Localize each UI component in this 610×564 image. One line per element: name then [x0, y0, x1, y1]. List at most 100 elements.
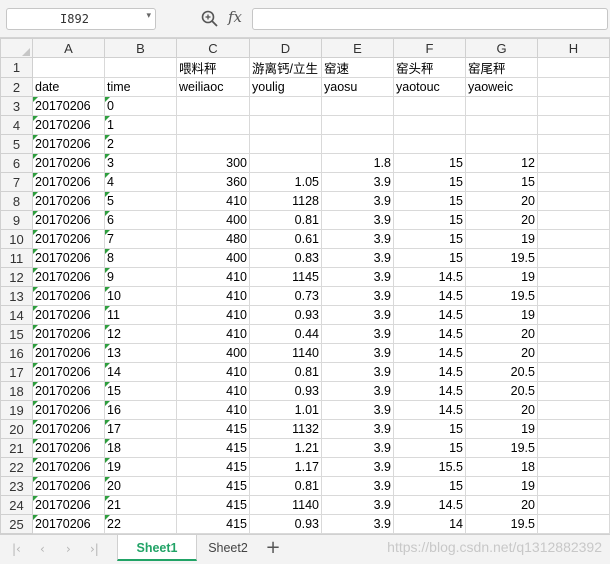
grid-cell[interactable]: 17 [104, 419, 177, 439]
grid-cell[interactable]: 19 [465, 476, 538, 496]
grid-cell[interactable]: 3.9 [321, 248, 394, 268]
grid-cell[interactable]: 3.9 [321, 172, 394, 192]
grid-cell[interactable]: 20 [465, 324, 538, 344]
grid-cell[interactable]: 3.9 [321, 514, 394, 534]
row-header[interactable]: 4 [0, 115, 33, 135]
grid-cell[interactable]: 20170206 [32, 343, 105, 363]
grid-cell[interactable]: 14 [393, 514, 466, 534]
row-header[interactable]: 24 [0, 495, 33, 515]
grid-cell[interactable]: 14.5 [393, 286, 466, 306]
grid-cell[interactable]: 20170206 [32, 419, 105, 439]
grid-cell[interactable]: 400 [176, 248, 250, 268]
grid-cell[interactable]: 415 [176, 457, 250, 477]
grid-cell[interactable] [393, 115, 466, 135]
grid-cell[interactable]: 2 [104, 134, 177, 154]
row-header[interactable]: 13 [0, 286, 33, 306]
grid-cell[interactable]: 19 [104, 457, 177, 477]
grid-cell[interactable] [537, 96, 610, 116]
grid-cell[interactable]: 12 [104, 324, 177, 344]
row-header[interactable]: 18 [0, 381, 33, 401]
grid-cell[interactable]: 1128 [249, 191, 322, 211]
fx-icon[interactable]: fx [228, 8, 242, 26]
grid-cell[interactable]: 14.5 [393, 381, 466, 401]
grid-cell[interactable]: yaosu [321, 77, 394, 97]
grid-cell[interactable]: 14.5 [393, 305, 466, 325]
sheet-tab-sheet1[interactable]: Sheet1 [117, 535, 197, 561]
grid-cell[interactable]: 15 [393, 229, 466, 249]
grid-cell[interactable]: 410 [176, 400, 250, 420]
grid-cell[interactable] [537, 381, 610, 401]
grid-cell[interactable]: 7 [104, 229, 177, 249]
grid-cell[interactable]: 20170206 [32, 267, 105, 287]
grid-cell[interactable]: 3.9 [321, 267, 394, 287]
grid-cell[interactable]: 1.17 [249, 457, 322, 477]
grid-cell[interactable] [537, 286, 610, 306]
grid-cell[interactable]: 窑尾秤 [465, 57, 538, 78]
prev-sheet-icon[interactable]: ‹ [40, 542, 45, 556]
grid-cell[interactable] [249, 134, 322, 154]
grid-cell[interactable] [465, 134, 538, 154]
grid-cell[interactable]: 14.5 [393, 495, 466, 515]
grid-cell[interactable] [176, 115, 250, 135]
grid-cell[interactable]: 19 [465, 305, 538, 325]
grid-cell[interactable]: 415 [176, 495, 250, 515]
grid-cell[interactable]: 1140 [249, 343, 322, 363]
grid-cell[interactable]: 19.5 [465, 286, 538, 306]
grid-cell[interactable]: 窑头秤 [393, 57, 466, 78]
grid-cell[interactable]: 1140 [249, 495, 322, 515]
row-header[interactable]: 14 [0, 305, 33, 325]
grid-cell[interactable] [465, 115, 538, 135]
grid-cell[interactable] [104, 57, 177, 78]
grid-cell[interactable]: 20170206 [32, 210, 105, 230]
grid-cell[interactable]: 0.44 [249, 324, 322, 344]
row-header[interactable]: 21 [0, 438, 33, 458]
grid-cell[interactable]: 窑速 [321, 57, 394, 78]
grid-cell[interactable]: 3.9 [321, 286, 394, 306]
grid-cell[interactable]: weiliaoc [176, 77, 250, 97]
grid-cell[interactable]: 20170206 [32, 514, 105, 534]
grid-cell[interactable]: 3.9 [321, 191, 394, 211]
grid-cell[interactable]: 3.9 [321, 324, 394, 344]
grid-cell[interactable]: 20170206 [32, 457, 105, 477]
grid-cell[interactable]: 8 [104, 248, 177, 268]
grid-cell[interactable]: 20.5 [465, 362, 538, 382]
row-header[interactable]: 20 [0, 419, 33, 439]
grid-cell[interactable]: 20 [465, 210, 538, 230]
grid-cell[interactable] [537, 343, 610, 363]
zoom-icon[interactable] [200, 9, 220, 29]
row-header[interactable]: 1 [0, 57, 33, 78]
grid-cell[interactable]: 9 [104, 267, 177, 287]
grid-cell[interactable]: 0.81 [249, 476, 322, 496]
grid-cell[interactable]: 0.83 [249, 248, 322, 268]
grid-cell[interactable]: 0.61 [249, 229, 322, 249]
grid-cell[interactable]: 11 [104, 305, 177, 325]
grid-cell[interactable]: 14.5 [393, 362, 466, 382]
grid-cell[interactable]: 410 [176, 286, 250, 306]
grid-cell[interactable]: 0.93 [249, 381, 322, 401]
grid-cell[interactable]: 20.5 [465, 381, 538, 401]
grid-cell[interactable]: 20170206 [32, 476, 105, 496]
grid-cell[interactable]: 0.73 [249, 286, 322, 306]
grid-cell[interactable]: 15 [393, 438, 466, 458]
grid-cell[interactable]: 3.9 [321, 457, 394, 477]
grid-cell[interactable] [537, 400, 610, 420]
grid-cell[interactable]: 19 [465, 229, 538, 249]
grid-cell[interactable]: 4 [104, 172, 177, 192]
grid-cell[interactable] [537, 134, 610, 154]
grid-cell[interactable] [537, 153, 610, 173]
grid-cell[interactable]: 3.9 [321, 362, 394, 382]
grid-cell[interactable]: 415 [176, 419, 250, 439]
grid-cell[interactable] [249, 96, 322, 116]
next-sheet-icon[interactable]: › [66, 542, 71, 556]
grid-cell[interactable]: 20170206 [32, 286, 105, 306]
grid-cell[interactable]: 0 [104, 96, 177, 116]
grid-cell[interactable] [393, 96, 466, 116]
grid-cell[interactable]: 20 [465, 400, 538, 420]
grid-cell[interactable]: 20170206 [32, 400, 105, 420]
grid-cell[interactable]: 6 [104, 210, 177, 230]
grid-cell[interactable]: 360 [176, 172, 250, 192]
grid-cell[interactable]: 0.93 [249, 305, 322, 325]
grid-cell[interactable]: 12 [465, 153, 538, 173]
first-sheet-icon[interactable]: |‹ [12, 542, 21, 556]
grid-cell[interactable]: 15 [393, 153, 466, 173]
